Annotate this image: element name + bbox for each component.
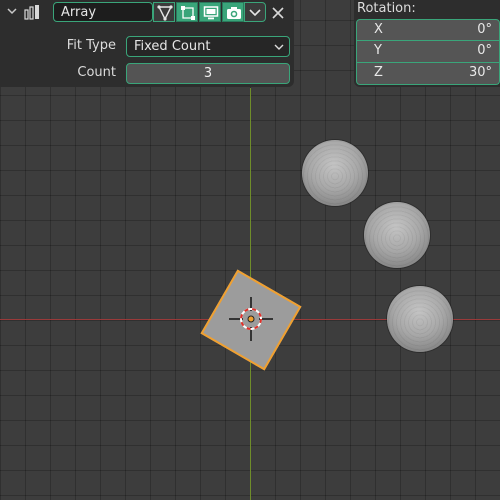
axis-value: 0° bbox=[477, 22, 492, 37]
modifier-header: Array bbox=[0, 0, 294, 26]
rotation-panel: Rotation: X 0° Y 0° Z 30° bbox=[354, 0, 500, 87]
count-input[interactable]: 3 bbox=[126, 63, 290, 84]
on-cage-toggle[interactable] bbox=[176, 2, 198, 22]
rotation-y-field[interactable]: Y 0° bbox=[356, 41, 500, 63]
close-icon bbox=[272, 7, 284, 19]
remove-modifier-button[interactable] bbox=[270, 2, 286, 22]
camera-icon bbox=[227, 7, 241, 19]
on-cage-icon bbox=[181, 6, 195, 20]
modifier-name-input[interactable]: Array bbox=[53, 2, 153, 22]
show-in-viewport-toggle[interactable] bbox=[199, 2, 221, 22]
axis-value: 0° bbox=[477, 43, 492, 58]
edit-mode-toggle[interactable] bbox=[153, 2, 175, 22]
fit-type-value: Fixed Count bbox=[134, 39, 211, 54]
fit-type-label: Fit Type bbox=[66, 38, 116, 53]
rotation-z-field[interactable]: Z 30° bbox=[356, 63, 500, 85]
show-in-render-toggle[interactable] bbox=[222, 2, 244, 22]
axis-label: Z bbox=[374, 65, 383, 80]
chevron-down-icon[interactable] bbox=[6, 4, 20, 20]
fit-type-select[interactable]: Fixed Count bbox=[126, 36, 290, 57]
axis-label: X bbox=[374, 22, 383, 37]
rotation-title: Rotation: bbox=[357, 1, 416, 16]
monitor-icon bbox=[203, 6, 219, 20]
array-modifier-panel: Array Fit Type Fixed Count Count 3 bbox=[0, 0, 294, 87]
axis-value: 30° bbox=[468, 65, 492, 80]
axis-label: Y bbox=[374, 43, 382, 58]
sphere-object[interactable] bbox=[302, 140, 368, 206]
sphere-object[interactable] bbox=[387, 286, 453, 352]
array-modifier-icon bbox=[24, 3, 42, 21]
3d-cursor-icon bbox=[229, 297, 273, 341]
rotation-x-field[interactable]: X 0° bbox=[356, 19, 500, 41]
modifier-options-dropdown[interactable] bbox=[244, 2, 266, 22]
count-label: Count bbox=[77, 65, 116, 80]
chevron-down-icon bbox=[249, 9, 261, 17]
edit-mode-icon bbox=[157, 5, 173, 21]
chevron-down-icon bbox=[274, 44, 284, 50]
sphere-object[interactable] bbox=[364, 202, 430, 268]
